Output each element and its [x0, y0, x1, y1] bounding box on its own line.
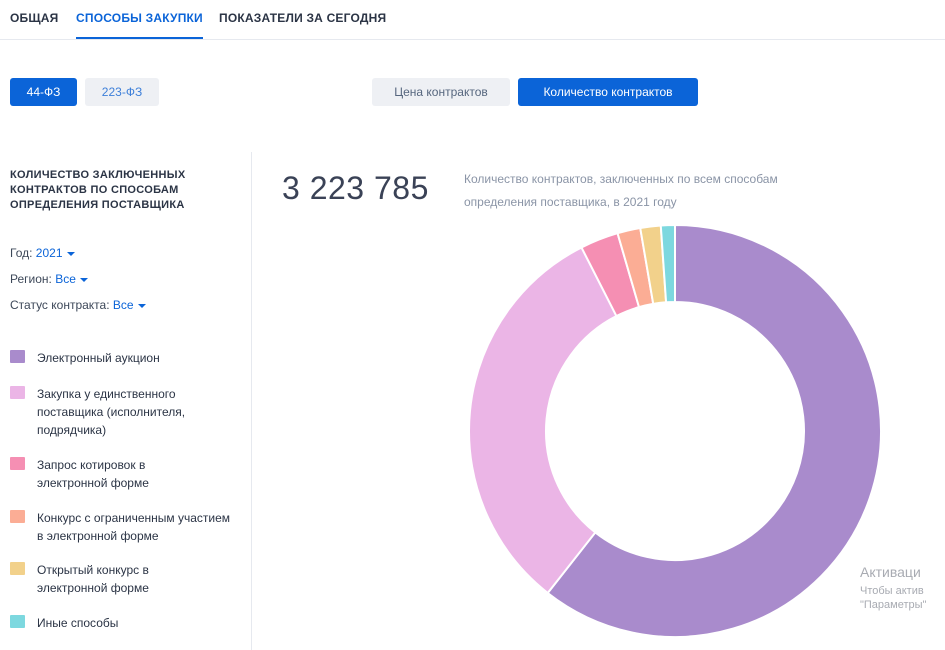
region-dropdown[interactable]: Все [55, 272, 88, 286]
contract-price-button[interactable]: Цена контрактов [372, 78, 510, 106]
year-dropdown[interactable]: 2021 [36, 246, 75, 260]
tab-general[interactable]: ОБЩАЯ [10, 11, 58, 25]
legend-swatch [10, 350, 25, 363]
legend-label: Конкурс с ограниченным участием в электр… [37, 511, 231, 543]
region-filter-label: Регион: [10, 272, 52, 286]
legend-swatch [10, 510, 25, 523]
year-filter-label: Год: [10, 246, 33, 260]
legend-swatch [10, 386, 25, 399]
law-223fz-button[interactable]: 223-ФЗ [85, 78, 159, 106]
tab-today-indicators[interactable]: ПОКАЗАТЕЛИ ЗА СЕГОДНЯ [219, 11, 386, 25]
watermark-line: Чтобы актив [860, 585, 924, 597]
legend-label: Иные способы [37, 616, 119, 630]
tab-bar: ОБЩАЯ СПОСОБЫ ЗАКУПКИ ПОКАЗАТЕЛИ ЗА СЕГО… [0, 0, 945, 40]
status-filter: Статус контракта: Все [10, 298, 146, 312]
donut-chart [468, 223, 882, 638]
legend-label: Закупка у единственного поставщика (испо… [37, 387, 186, 437]
status-dropdown[interactable]: Все [113, 298, 146, 312]
region-filter: Регион: Все [10, 272, 88, 286]
watermark-line: "Параметры" [860, 599, 927, 611]
watermark-title: Активаци [860, 564, 921, 580]
sidebar: КОЛИЧЕСТВО ЗАКЛЮЧЕННЫХ КОНТРАКТОВ ПО СПО… [0, 152, 252, 650]
contract-count-button[interactable]: Количество контрактов [518, 78, 698, 106]
chevron-down-icon [137, 303, 146, 308]
total-contracts-value: 3 223 785 [282, 170, 429, 206]
activation-watermark: Активаци Чтобы актив "Параметры" [860, 564, 926, 612]
year-filter: Год: 2021 [10, 246, 75, 260]
legend-swatch [10, 615, 25, 628]
total-contracts-description: Количество контрактов, заключенных по вс… [464, 172, 778, 209]
legend-swatch [10, 457, 25, 470]
legend-swatch [10, 562, 25, 575]
chevron-down-icon [79, 277, 88, 282]
law-44fz-button[interactable]: 44-ФЗ [10, 78, 77, 106]
legend-label: Открытый конкурс в электронной форме [37, 563, 149, 595]
legend-label: Запрос котировок в электронной форме [37, 458, 149, 490]
tab-procurement-methods[interactable]: СПОСОБЫ ЗАКУПКИ [76, 11, 203, 39]
chevron-down-icon [66, 251, 75, 256]
status-filter-label: Статус контракта: [10, 298, 110, 312]
legend-label: Электронный аукцион [37, 351, 160, 365]
sidebar-title: КОЛИЧЕСТВО ЗАКЛЮЧЕННЫХ КОНТРАКТОВ ПО СПО… [10, 169, 186, 211]
